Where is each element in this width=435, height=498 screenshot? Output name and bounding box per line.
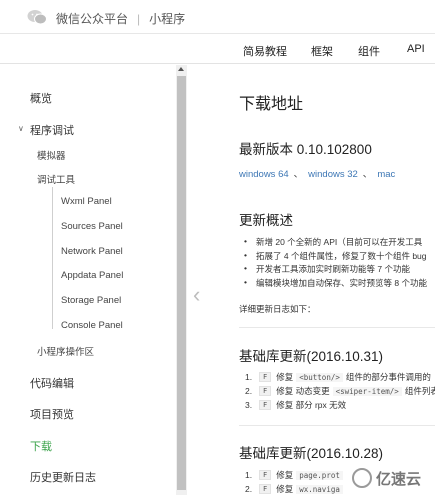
wechat-logo-icon xyxy=(27,10,47,25)
item-text: 修复 动态变更 xyxy=(276,386,330,396)
fix-tag: F xyxy=(259,386,272,396)
watermark-text: 亿速云 xyxy=(376,471,422,488)
item-text: 组件列表 xyxy=(404,386,435,396)
sidebar-item-debug[interactable]: 程序调试 xyxy=(30,122,74,138)
sidebar-item-simulator[interactable]: 模拟器 xyxy=(37,148,66,162)
fix-tag: F xyxy=(259,470,272,480)
nav-tutorial[interactable]: 简易教程 xyxy=(243,43,287,59)
link-separator: 、 xyxy=(293,169,304,180)
sidebar-item-network-panel[interactable]: Network Panel xyxy=(61,246,123,257)
sidebar-scrollbar[interactable] xyxy=(176,65,187,495)
sidebar-item-appdata-panel[interactable]: Appdata Panel xyxy=(61,270,123,281)
lib-update-list-1: 1. F 修复 <button/> 组件的部分事件调用的 2. F 修复 动态变… xyxy=(245,370,435,412)
code-snippet: <swiper-item/> xyxy=(332,386,402,396)
link-separator: 、 xyxy=(362,169,373,180)
nav-components[interactable]: 组件 xyxy=(358,43,380,59)
code-snippet: wx.naviga xyxy=(296,484,343,494)
list-item: 1. F 修复 <button/> 组件的部分事件调用的 xyxy=(245,370,435,384)
item-number: 2. xyxy=(245,484,253,494)
scroll-up-arrow-icon[interactable] xyxy=(178,67,184,71)
sidebar-item-code-edit[interactable]: 代码编辑 xyxy=(30,375,74,391)
overview-list: 新增 20 个全新的 API（目前可以在开发工具 拓展了 4 个组件属性，修复了… xyxy=(244,236,427,290)
list-item: 拓展了 4 个组件属性，修复了数十个组件 bug xyxy=(244,250,427,264)
detail-note: 详细更新日志如下： xyxy=(239,304,316,314)
list-item: 开发者工具添加实时刷新功能等 7 个功能 xyxy=(244,263,427,277)
overview-heading: 更新概述 xyxy=(239,213,293,228)
nav-api[interactable]: API xyxy=(407,43,425,55)
top-header: 微信公众平台 | 小程序 xyxy=(0,0,435,34)
watermark: 亿速云 xyxy=(352,467,432,489)
nav-framework[interactable]: 框架 xyxy=(311,43,333,59)
sidebar-item-history[interactable]: 历史更新日志 xyxy=(30,469,96,485)
watermark-logo-icon xyxy=(352,468,372,488)
tree-guide-line xyxy=(52,187,53,329)
sidebar-item-overview[interactable]: 概览 xyxy=(30,90,52,106)
lib-update-list-2: 1. F 修复 page.prot 2. F 修复 wx.naviga xyxy=(245,468,346,496)
sidebar-item-project-preview[interactable]: 项目预览 xyxy=(30,406,74,422)
platform-name: 微信公众平台 xyxy=(56,12,129,26)
brand-title[interactable]: 微信公众平台 | 小程序 xyxy=(56,10,185,27)
list-item: 新增 20 个全新的 API（目前可以在开发工具 xyxy=(244,236,427,250)
item-number: 2. xyxy=(245,386,253,396)
chevron-down-icon[interactable]: ∨ xyxy=(18,124,24,133)
section-divider xyxy=(239,327,435,328)
sidebar-item-devtools[interactable]: 调试工具 xyxy=(37,172,75,186)
fix-tag: F xyxy=(259,372,272,382)
sidebar-item-console-panel[interactable]: Console Panel xyxy=(61,320,123,331)
item-number: 3. xyxy=(245,400,253,410)
page-title: 下载地址 xyxy=(239,96,304,113)
item-number: 1. xyxy=(245,470,253,480)
sidebar-item-download[interactable]: 下载 xyxy=(30,438,52,454)
fix-tag: F xyxy=(259,484,272,494)
link-windows-32[interactable]: windows 32 xyxy=(308,169,358,180)
item-text: 组件的部分事件调用的 xyxy=(345,372,431,382)
list-item: 1. F 修复 page.prot xyxy=(245,468,346,482)
lib-update-heading-1: 基础库更新(2016.10.31) xyxy=(239,349,384,364)
list-item: 3. F 修复 部分 rpx 无效 xyxy=(245,398,435,412)
sidebar-item-wxml-panel[interactable]: Wxml Panel xyxy=(61,196,112,207)
sidebar-item-operation-area[interactable]: 小程序操作区 xyxy=(37,344,94,358)
latest-version-heading: 最新版本 0.10.102800 xyxy=(239,142,372,157)
scrollbar-thumb[interactable] xyxy=(177,76,186,490)
fix-tag: F xyxy=(259,400,272,410)
link-mac[interactable]: mac xyxy=(377,169,395,180)
sidebar-item-storage-panel[interactable]: Storage Panel xyxy=(61,295,121,306)
item-text: 修复 xyxy=(276,484,294,494)
list-item: 2. F 修复 wx.naviga xyxy=(245,482,346,496)
item-text: 修复 部分 rpx 无效 xyxy=(276,400,347,410)
lib-update-heading-2: 基础库更新(2016.10.28) xyxy=(239,446,384,461)
code-snippet: <button/> xyxy=(296,372,343,382)
doc-nav-bar: 简易教程 框架 组件 API xyxy=(0,34,435,64)
link-windows-64[interactable]: windows 64 xyxy=(239,169,289,180)
product-name: 小程序 xyxy=(149,12,186,26)
list-item: 2. F 修复 动态变更 <swiper-item/> 组件列表 xyxy=(245,384,435,398)
list-item: 编辑模块增加自动保存、实时预览等 8 个功能 xyxy=(244,277,427,291)
code-snippet: page.prot xyxy=(296,470,343,480)
main-content: 下载地址 最新版本 0.10.102800 windows 64、 windows… xyxy=(222,65,435,498)
brand-separator: | xyxy=(137,12,141,26)
item-number: 1. xyxy=(245,372,253,382)
download-links: windows 64 、 windows 32 、 mac xyxy=(239,166,395,180)
chevron-left-icon[interactable]: ‹ xyxy=(193,284,209,306)
item-text: 修复 xyxy=(276,470,294,480)
item-text: 修复 xyxy=(276,372,294,382)
section-divider xyxy=(239,425,435,426)
sidebar-item-sources-panel[interactable]: Sources Panel xyxy=(61,221,123,232)
sidebar: 概览 ∨ 程序调试 模拟器 调试工具 Wxml Panel Sources Pa… xyxy=(0,65,178,498)
